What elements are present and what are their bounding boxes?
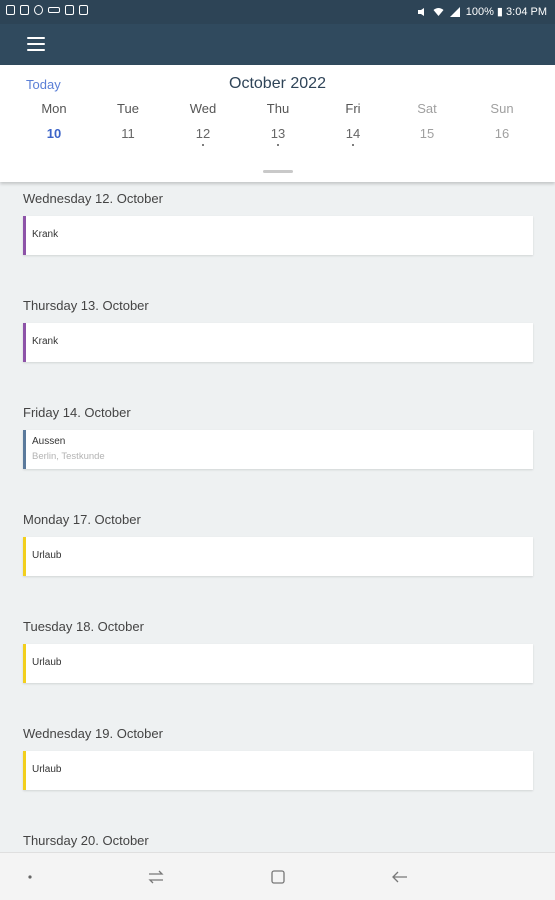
day-sun[interactable]: Sun 16 [472, 101, 532, 141]
wifi-icon [433, 7, 444, 16]
day-date: 16 [494, 126, 510, 141]
event-title: Krank [32, 229, 59, 240]
day-wed[interactable]: Wed 12 [173, 101, 233, 146]
agenda-date-header: Friday 14. October [23, 405, 131, 420]
home-icon[interactable] [266, 865, 290, 889]
status-icons-left [6, 5, 88, 15]
agenda-date-header: Monday 17. October [23, 512, 141, 527]
day-name: Sun [490, 101, 514, 116]
system-nav-bar [0, 852, 555, 900]
event-title: Urlaub [32, 764, 62, 775]
back-icon[interactable] [388, 865, 412, 889]
mute-icon [417, 7, 424, 16]
day-date: 11 [121, 126, 135, 141]
day-thu[interactable]: Thu 13 [248, 101, 308, 146]
day-date: 12 [195, 126, 211, 141]
day-name: Mon [41, 101, 67, 116]
agenda-date-header: Wednesday 12. October [23, 191, 163, 206]
notification-icon [34, 5, 43, 15]
menu-icon[interactable] [27, 37, 45, 51]
recent-apps-icon[interactable] [144, 865, 168, 889]
day-fri[interactable]: Fri 14 [323, 101, 383, 146]
event-title: Aussen [32, 436, 66, 447]
day-date: 14 [345, 126, 361, 141]
day-name: Sat [417, 101, 437, 116]
event-card[interactable]: Aussen Berlin, Testkunde [23, 430, 533, 469]
notification-icon [79, 5, 88, 15]
status-icons-right: 100% ▮ 3:04 PM [417, 5, 547, 18]
month-title: October 2022 [229, 75, 326, 92]
app-bar [0, 24, 555, 65]
agenda-date-header: Thursday 13. October [23, 298, 149, 313]
day-name: Thu [266, 101, 290, 116]
event-dot [352, 144, 354, 146]
nav-dot-icon[interactable] [18, 865, 42, 889]
key-icon [48, 7, 60, 13]
day-date: 15 [419, 126, 435, 141]
agenda-date-header: Thursday 20. October [23, 833, 149, 848]
expand-handle[interactable] [263, 170, 293, 173]
event-title: Krank [32, 336, 59, 347]
event-dot [202, 144, 204, 146]
notification-icon [6, 5, 15, 15]
event-card[interactable]: Krank [23, 216, 533, 255]
event-title: Urlaub [32, 550, 62, 561]
day-name: Wed [189, 101, 217, 116]
agenda-list: Wednesday 12. October Krank Thursday 13.… [0, 182, 555, 852]
notification-icon [20, 5, 29, 15]
event-location: Berlin, Testkunde [32, 451, 105, 462]
day-mon[interactable]: Mon 10 [24, 101, 84, 141]
day-name: Tue [117, 101, 139, 116]
event-card[interactable]: Urlaub [23, 644, 533, 683]
event-card[interactable]: Krank [23, 323, 533, 362]
agenda-date-header: Tuesday 18. October [23, 619, 144, 634]
event-title: Urlaub [32, 657, 62, 668]
day-date: 10 [46, 126, 62, 141]
event-card[interactable]: Urlaub [23, 751, 533, 790]
battery-time-text: 100% ▮ 3:04 PM [465, 6, 547, 18]
day-name: Fri [345, 101, 361, 116]
event-dot [277, 144, 279, 146]
week-calendar: Today October 2022 Mon 10 Tue 11 Wed 12 … [0, 65, 555, 182]
agenda-date-header: Wednesday 19. October [23, 726, 163, 741]
day-tue[interactable]: Tue 11 [98, 101, 158, 141]
signal-icon [449, 6, 460, 17]
day-sat[interactable]: Sat 15 [397, 101, 457, 141]
notification-icon [65, 5, 74, 15]
day-date: 13 [270, 126, 286, 141]
event-card[interactable]: Urlaub [23, 537, 533, 576]
status-bar: 100% ▮ 3:04 PM [0, 0, 555, 24]
